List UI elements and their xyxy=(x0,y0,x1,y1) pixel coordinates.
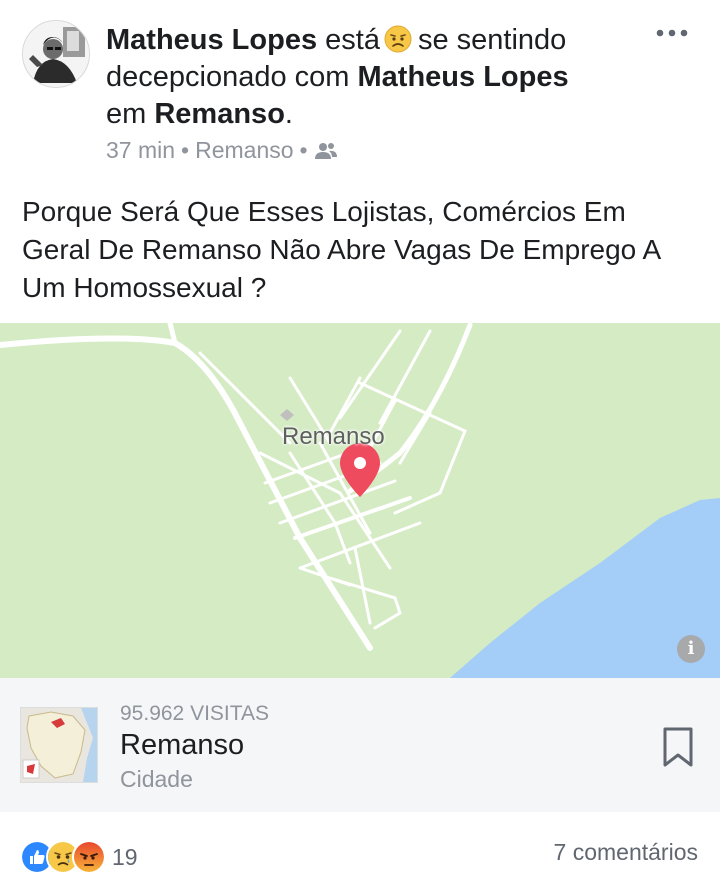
place-name[interactable]: Remanso xyxy=(120,729,244,762)
post-headline: Matheus Lopes está se sentindo decepcion… xyxy=(106,22,646,133)
disappointed-emoji-icon xyxy=(384,25,412,53)
reaction-summary[interactable]: 19 xyxy=(20,840,138,874)
map-info-icon[interactable]: i xyxy=(677,635,705,663)
place-visits: 95.962 VISITAS xyxy=(120,702,270,725)
meta-separator: • xyxy=(299,137,308,163)
bookmark-icon[interactable] xyxy=(662,726,694,768)
post-meta: 37 min • Remanso • xyxy=(106,137,338,164)
avatar[interactable] xyxy=(22,20,90,88)
post-header: Matheus Lopes está se sentindo decepcion… xyxy=(0,0,720,180)
place-card[interactable]: 95.962 VISITAS Remanso Cidade xyxy=(0,678,720,812)
feeling-prefix: está xyxy=(325,24,380,56)
place-thumbnail xyxy=(20,707,98,783)
more-options-icon[interactable] xyxy=(655,24,689,42)
post-body-text: Porque Será Que Esses Lojistas, Comércio… xyxy=(22,196,660,303)
map-canvas xyxy=(0,323,720,678)
location-link[interactable]: Remanso xyxy=(154,98,285,130)
location-prefix: em xyxy=(106,98,147,130)
post-time[interactable]: 37 min xyxy=(106,137,175,164)
post-footer: 19 7 comentários xyxy=(0,812,720,884)
avatar-photo xyxy=(23,21,89,87)
reaction-count: 19 xyxy=(112,843,138,870)
comments-count-link[interactable]: 7 comentários xyxy=(554,839,698,866)
map-preview[interactable]: Remanso i xyxy=(0,323,720,678)
angry-icon xyxy=(72,840,106,874)
tagged-name[interactable]: Matheus Lopes xyxy=(358,61,569,93)
headline-period: . xyxy=(284,98,293,130)
place-type: Cidade xyxy=(120,766,193,792)
meta-separator: • xyxy=(181,137,190,163)
author-name[interactable]: Matheus Lopes xyxy=(106,24,317,56)
region-map-icon xyxy=(21,708,97,782)
friends-icon[interactable] xyxy=(314,141,338,161)
meta-location[interactable]: Remanso xyxy=(195,137,293,164)
map-place-label: Remanso xyxy=(282,423,385,450)
